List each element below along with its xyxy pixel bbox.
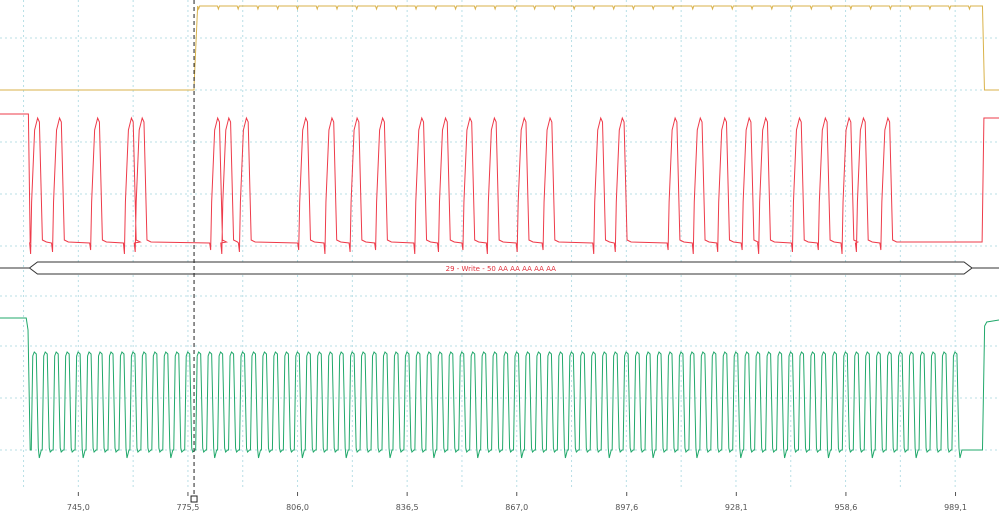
x-tick-label: 989,1 [944, 503, 967, 512]
channel-mid-trace [0, 113, 999, 255]
x-tick-label: 928,1 [725, 503, 748, 512]
x-tick-label: 745,0 [67, 503, 90, 512]
channel-top-line [0, 5, 999, 91]
channel-top-trace [0, 5, 999, 91]
cursor-handle[interactable] [190, 495, 198, 503]
x-axis: 745,0 775,5 806,0 836,5 867,0 897,6 928,1 958,6… [67, 492, 967, 512]
decode-label: 29 - Write - 50 AA AA AA AA AA [446, 265, 556, 273]
x-tick-label: 958,6 [834, 503, 857, 512]
channel-mid-line [0, 113, 999, 255]
x-tick-label: 897,6 [615, 503, 638, 512]
protocol-decode-bar[interactable]: 29 - Write - 50 AA AA AA AA AA [0, 261, 999, 275]
channel-bottom-line [0, 317, 999, 459]
logic-analyzer-plot[interactable]: 29 - Write - 50 AA AA AA AA AA 745,0 775,… [0, 0, 999, 512]
x-tick-label: 836,5 [396, 503, 419, 512]
x-tick-label: 867,0 [505, 503, 528, 512]
x-tick-label: 775,5 [176, 503, 199, 512]
x-tick-label: 806,0 [286, 503, 309, 512]
channel-bottom-trace [0, 317, 999, 459]
